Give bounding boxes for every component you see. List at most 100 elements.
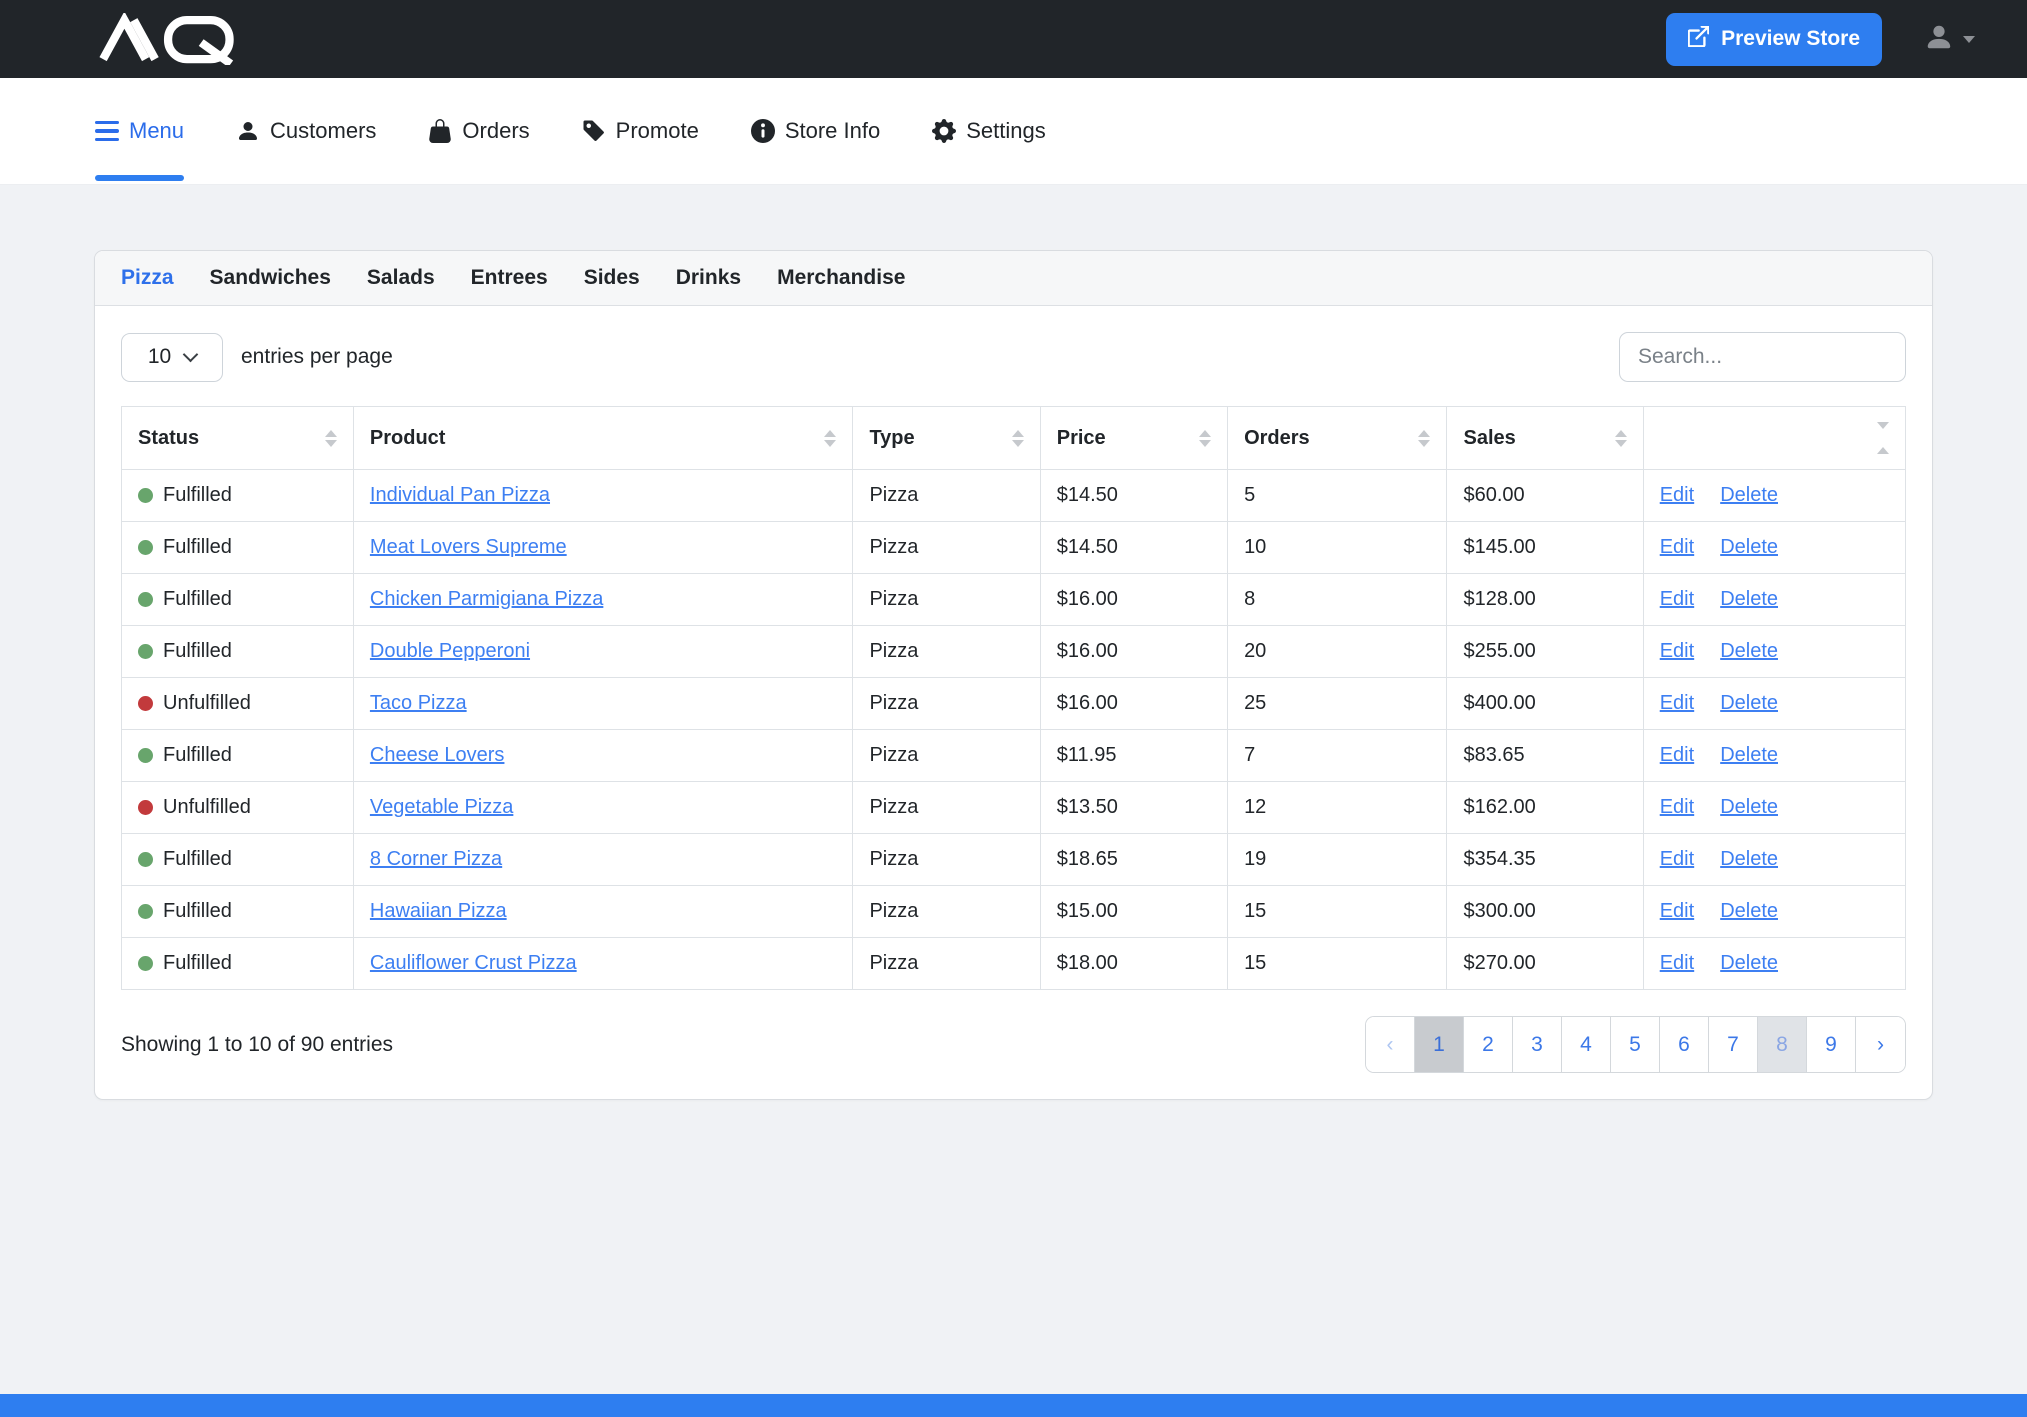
edit-link[interactable]: Edit [1660,484,1694,506]
pagination-page-5[interactable]: 5 [1611,1017,1660,1072]
status-label: Unfulfilled [163,692,251,714]
nav-item-orders[interactable]: Orders [428,78,529,184]
orders-cell: 15 [1228,938,1447,990]
tab-drinks[interactable]: Drinks [676,264,741,292]
edit-link[interactable]: Edit [1660,640,1694,662]
pagination-next[interactable]: › [1856,1017,1905,1072]
delete-link[interactable]: Delete [1720,900,1778,922]
column-header-type[interactable]: Type [853,407,1040,470]
page-size-select[interactable]: 10 [121,333,223,382]
pagination-page-6[interactable]: 6 [1660,1017,1709,1072]
pagination-page-2[interactable]: 2 [1464,1017,1513,1072]
pagination-page-4[interactable]: 4 [1562,1017,1611,1072]
delete-link[interactable]: Delete [1720,952,1778,974]
price-cell: $18.65 [1040,834,1227,886]
edit-link[interactable]: Edit [1660,692,1694,714]
tag-icon [582,119,606,143]
tab-entrees[interactable]: Entrees [471,264,548,292]
status-label: Fulfilled [163,484,232,506]
page-size-value: 10 [148,345,171,369]
delete-link[interactable]: Delete [1720,848,1778,870]
column-header-status[interactable]: Status [122,407,354,470]
sales-cell: $270.00 [1447,938,1643,990]
actions-cell: Edit Delete [1643,834,1905,886]
nav-item-label: Settings [966,118,1046,144]
edit-link[interactable]: Edit [1660,588,1694,610]
table-row: FulfilledIndividual Pan PizzaPizza$14.50… [122,470,1906,522]
column-header-actions[interactable] [1643,407,1905,470]
user-menu[interactable] [1924,22,1975,57]
nav-item-customers[interactable]: Customers [236,78,376,184]
pagination-page-7[interactable]: 7 [1709,1017,1758,1072]
delete-link[interactable]: Delete [1720,744,1778,766]
tab-merchandise[interactable]: Merchandise [777,264,905,292]
product-link[interactable]: Taco Pizza [370,692,467,714]
delete-link[interactable]: Delete [1720,484,1778,506]
pagination-page-3[interactable]: 3 [1513,1017,1562,1072]
product-link[interactable]: Hawaiian Pizza [370,900,507,922]
nav-item-promote[interactable]: Promote [582,78,699,184]
orders-cell: 25 [1228,678,1447,730]
pagination-page-9[interactable]: 9 [1807,1017,1856,1072]
edit-link[interactable]: Edit [1660,536,1694,558]
product-cell: 8 Corner Pizza [353,834,853,886]
column-label: Sales [1463,427,1515,450]
table-row: FulfilledCauliflower Crust PizzaPizza$18… [122,938,1906,990]
delete-link[interactable]: Delete [1720,692,1778,714]
nav-item-store-info[interactable]: Store Info [751,78,880,184]
status-cell: Fulfilled [122,730,354,782]
product-cell: Double Pepperoni [353,626,853,678]
column-header-price[interactable]: Price [1040,407,1227,470]
product-link[interactable]: Chicken Parmigiana Pizza [370,588,603,610]
topbar-right: Preview Store [1666,13,1975,66]
delete-link[interactable]: Delete [1720,588,1778,610]
product-link[interactable]: 8 Corner Pizza [370,848,502,870]
status-cell: Fulfilled [122,522,354,574]
external-link-icon [1688,26,1709,53]
price-cell: $13.50 [1040,782,1227,834]
tab-sides[interactable]: Sides [584,264,640,292]
status-label: Unfulfilled [163,796,251,818]
product-link[interactable]: Meat Lovers Supreme [370,536,567,558]
product-link[interactable]: Double Pepperoni [370,640,530,662]
column-header-product[interactable]: Product [353,407,853,470]
edit-link[interactable]: Edit [1660,796,1694,818]
tab-sandwiches[interactable]: Sandwiches [210,264,331,292]
edit-link[interactable]: Edit [1660,900,1694,922]
delete-link[interactable]: Delete [1720,640,1778,662]
column-header-orders[interactable]: Orders [1228,407,1447,470]
table-header-row: Status Product Type Price Orders [122,407,1906,470]
nav-item-menu[interactable]: Menu [95,78,184,184]
status-cell: Unfulfilled [122,782,354,834]
product-link[interactable]: Individual Pan Pizza [370,484,550,506]
sales-cell: $255.00 [1447,626,1643,678]
delete-link[interactable]: Delete [1720,536,1778,558]
price-cell: $18.00 [1040,938,1227,990]
table-row: FulfilledHawaiian PizzaPizza$15.0015$300… [122,886,1906,938]
nav-item-settings[interactable]: Settings [932,78,1046,184]
pagination-page-8[interactable]: 8 [1758,1017,1807,1072]
preview-store-button[interactable]: Preview Store [1666,13,1882,66]
type-cell: Pizza [853,678,1040,730]
tab-salads[interactable]: Salads [367,264,435,292]
product-link[interactable]: Cauliflower Crust Pizza [370,952,577,974]
delete-link[interactable]: Delete [1720,796,1778,818]
sort-icon [1012,430,1024,447]
table-row: FulfilledCheese LoversPizza$11.957$83.65… [122,730,1906,782]
product-cell: Hawaiian Pizza [353,886,853,938]
edit-link[interactable]: Edit [1660,952,1694,974]
type-cell: Pizza [853,886,1040,938]
price-cell: $15.00 [1040,886,1227,938]
pagination-page-1[interactable]: 1 [1415,1017,1464,1072]
price-cell: $14.50 [1040,470,1227,522]
product-link[interactable]: Vegetable Pizza [370,796,513,818]
pagination-prev: ‹ [1366,1017,1415,1072]
search-input[interactable] [1619,332,1906,382]
actions-cell: Edit Delete [1643,782,1905,834]
edit-link[interactable]: Edit [1660,744,1694,766]
column-header-sales[interactable]: Sales [1447,407,1643,470]
product-link[interactable]: Cheese Lovers [370,744,505,766]
sort-icon [325,430,337,447]
tab-pizza[interactable]: Pizza [121,264,174,292]
edit-link[interactable]: Edit [1660,848,1694,870]
